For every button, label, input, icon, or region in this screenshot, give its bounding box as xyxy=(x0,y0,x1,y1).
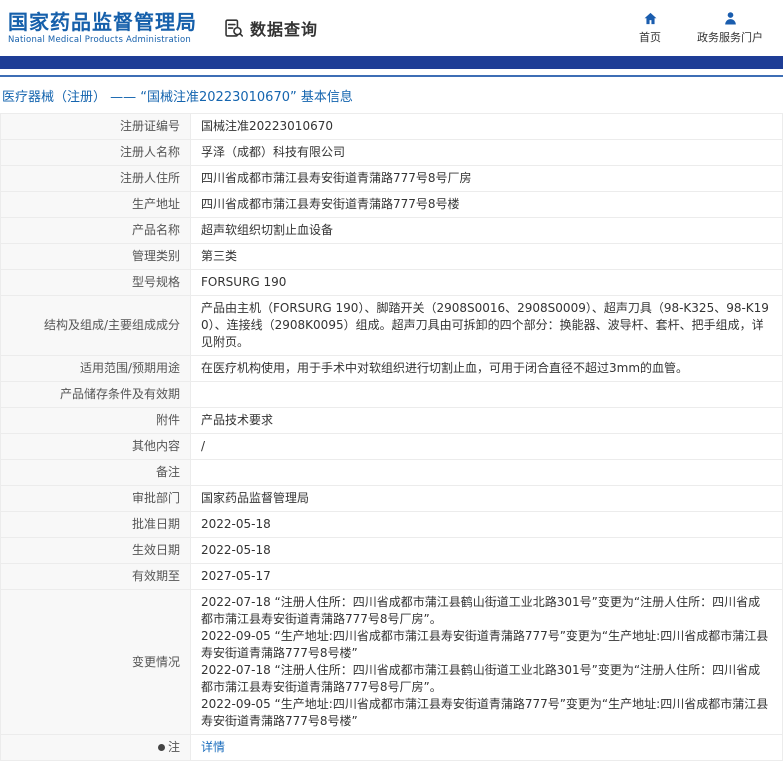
row-label: 管理类别 xyxy=(0,243,191,270)
row-value xyxy=(190,459,783,486)
data-query-icon xyxy=(223,18,244,39)
table-row: 批准日期 2022-05-18 xyxy=(0,511,783,538)
row-value: 国械注准20223010670 xyxy=(190,113,783,140)
row-value: 孚泽（成都）科技有限公司 xyxy=(190,139,783,166)
row-label: 备注 xyxy=(0,459,191,486)
table-row: 注册人住所 四川省成都市蒲江县寿安街道青蒲路777号8号厂房 xyxy=(0,165,783,192)
nav-portal[interactable]: 政务服务门户 xyxy=(697,11,763,45)
row-value xyxy=(190,381,783,408)
row-value: 2022-07-18 “注册人住所：四川省成都市蒲江县鹤山街道工业北路301号”… xyxy=(190,589,783,735)
table-row: 生效日期 2022-05-18 xyxy=(0,537,783,564)
row-value: 四川省成都市蒲江县寿安街道青蒲路777号8号楼 xyxy=(190,191,783,218)
registration-info-table: 注册证编号 国械注准20223010670 注册人名称 孚泽（成都）科技有限公司… xyxy=(0,113,783,761)
row-label: 注册人名称 xyxy=(0,139,191,166)
table-row: 备注 xyxy=(0,459,783,486)
row-value: 2022-05-18 xyxy=(190,537,783,564)
table-row: 生产地址 四川省成都市蒲江县寿安街道青蒲路777号8号楼 xyxy=(0,191,783,218)
row-label: 结构及组成/主要组成成分 xyxy=(0,295,191,356)
row-label: 审批部门 xyxy=(0,485,191,512)
row-value: FORSURG 190 xyxy=(190,269,783,296)
row-value: 产品技术要求 xyxy=(190,407,783,434)
table-row: 型号规格 FORSURG 190 xyxy=(0,269,783,296)
details-link[interactable]: 详情 xyxy=(201,740,225,754)
home-icon xyxy=(643,11,658,26)
row-label: 注册人住所 xyxy=(0,165,191,192)
note-label: 注 xyxy=(167,740,180,754)
row-label: 产品名称 xyxy=(0,217,191,244)
nav-home[interactable]: 首页 xyxy=(639,11,661,45)
row-label: 型号规格 xyxy=(0,269,191,296)
table-row: 变更情况 2022-07-18 “注册人住所：四川省成都市蒲江县鹤山街道工业北路… xyxy=(0,589,783,735)
table-row: 有效期至 2027-05-17 xyxy=(0,563,783,590)
row-label: 产品储存条件及有效期 xyxy=(0,381,191,408)
row-label: 适用范围/预期用途 xyxy=(0,355,191,382)
table-row: 管理类别 第三类 xyxy=(0,243,783,270)
table-row: 适用范围/预期用途 在医疗机构使用，用于手术中对软组织进行切割止血，可用于闭合直… xyxy=(0,355,783,382)
user-icon xyxy=(723,11,738,26)
row-value: 产品由主机（FORSURG 190）、脚踏开关（2908S0016、2908S0… xyxy=(190,295,783,356)
nav-home-label: 首页 xyxy=(639,31,661,44)
row-label: 附件 xyxy=(0,407,191,434)
table-row: 注册人名称 孚泽（成都）科技有限公司 xyxy=(0,139,783,166)
row-value: 第三类 xyxy=(190,243,783,270)
row-value: 2027-05-17 xyxy=(190,563,783,590)
logo-subtitle: National Medical Products Administration xyxy=(8,35,191,45)
logo-title: 国家药品监督管理局 xyxy=(8,10,197,34)
primary-navbar xyxy=(0,56,783,69)
row-label: 生效日期 xyxy=(0,537,191,564)
table-row: 其他内容 / xyxy=(0,433,783,460)
row-label: 批准日期 xyxy=(0,511,191,538)
row-label: 注册证编号 xyxy=(0,113,191,140)
row-label: 生产地址 xyxy=(0,191,191,218)
breadcrumb: 医疗器械（注册） —— “国械注准20223010670” 基本信息 xyxy=(2,90,353,105)
row-value: 详情 xyxy=(190,734,783,761)
section-title: 数据查询 xyxy=(250,20,319,39)
row-value: / xyxy=(190,433,783,460)
row-value: 在医疗机构使用，用于手术中对软组织进行切割止血，可用于闭合直径不超过3mm的血管… xyxy=(190,355,783,382)
table-row: 产品名称 超声软组织切割止血设备 xyxy=(0,217,783,244)
data-query-section: 数据查询 xyxy=(223,16,318,40)
row-value: 超声软组织切割止血设备 xyxy=(190,217,783,244)
table-row: 产品储存条件及有效期 xyxy=(0,381,783,408)
nav-portal-label: 政务服务门户 xyxy=(697,31,763,44)
header: 国家药品监督管理局 National Medical Products Admi… xyxy=(0,0,783,56)
table-row: 注 详情 xyxy=(0,734,783,761)
row-value: 四川省成都市蒲江县寿安街道青蒲路777号8号厂房 xyxy=(190,165,783,192)
nmpa-logo: 国家药品监督管理局 National Medical Products Admi… xyxy=(8,11,197,45)
note-icon xyxy=(157,744,165,751)
row-label: 有效期至 xyxy=(0,563,191,590)
row-label: 变更情况 xyxy=(0,589,191,735)
row-label: 其他内容 xyxy=(0,433,191,460)
row-value: 国家药品监督管理局 xyxy=(190,485,783,512)
table-row: 注册证编号 国械注准20223010670 xyxy=(0,113,783,140)
row-label: 注 xyxy=(0,734,191,761)
table-row: 审批部门 国家药品监督管理局 xyxy=(0,485,783,512)
table-row: 结构及组成/主要组成成分 产品由主机（FORSURG 190）、脚踏开关（290… xyxy=(0,295,783,356)
row-value: 2022-05-18 xyxy=(190,511,783,538)
table-row: 附件 产品技术要求 xyxy=(0,407,783,434)
